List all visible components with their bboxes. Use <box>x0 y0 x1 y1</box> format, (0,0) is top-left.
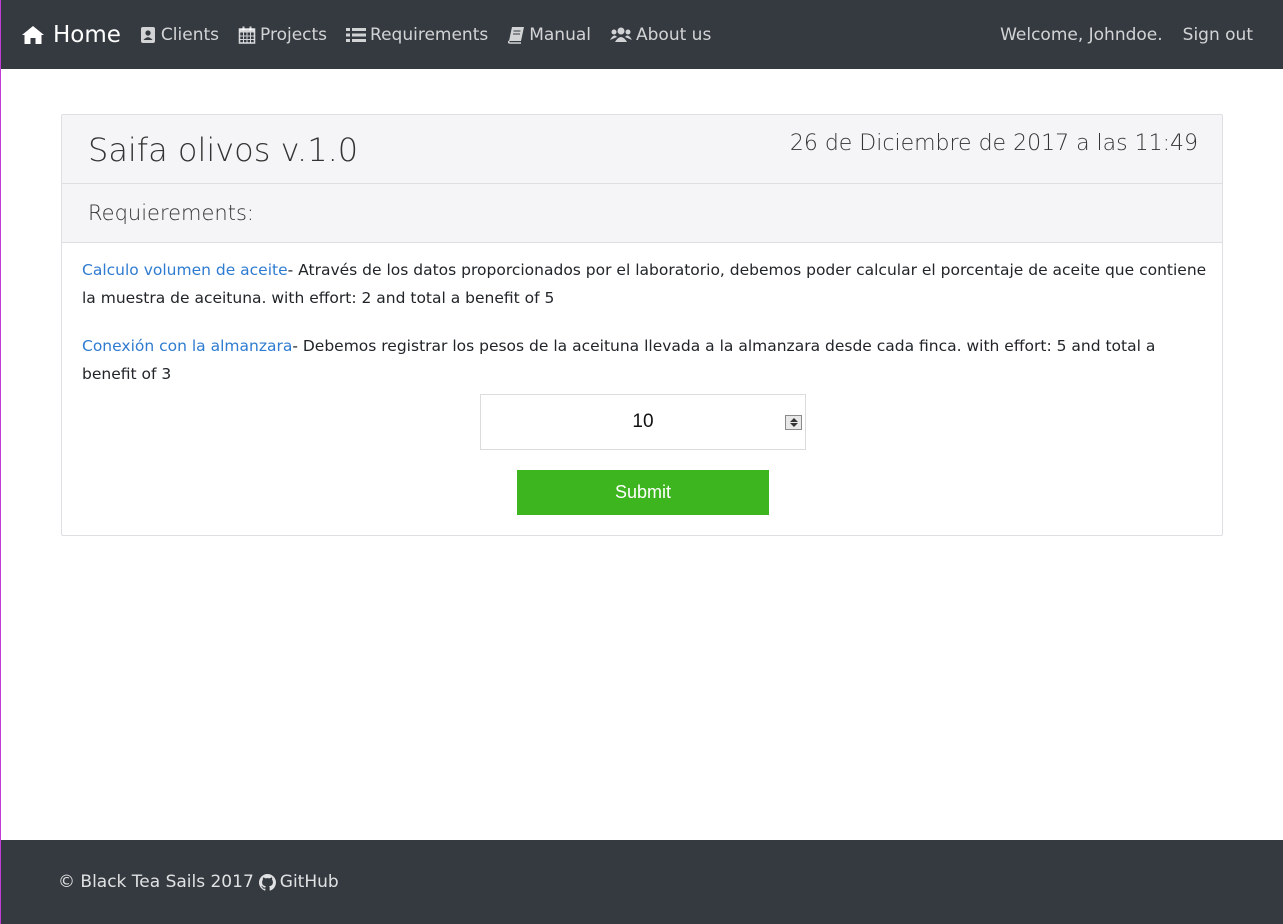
number-input-value: 10 <box>632 411 654 432</box>
nav-item-label: About us <box>636 24 712 45</box>
sign-out-link[interactable]: Sign out <box>1183 25 1253 45</box>
nav-item-projects[interactable]: Projects <box>238 25 327 45</box>
users-icon <box>610 27 632 42</box>
submit-button[interactable]: Submit <box>517 470 769 515</box>
requirement-link[interactable]: Conexión con la almanzara <box>82 337 292 355</box>
requirement-item: Calculo volumen de aceite- Através de lo… <box>82 256 1212 312</box>
requirement-link[interactable]: Calculo volumen de aceite <box>82 261 288 279</box>
github-link[interactable]: GitHub <box>258 872 339 892</box>
nav-user-area: Welcome, Johndoe. Sign out <box>1000 25 1253 45</box>
copyright-text: © Black Tea Sails 2017 <box>58 872 254 892</box>
nav-item-manual[interactable]: Manual <box>507 25 591 45</box>
top-navbar: Home Clients Projects Requirements Manua… <box>1 0 1283 69</box>
nav-item-about-us[interactable]: About us <box>610 25 711 45</box>
footer: © Black Tea Sails 2017 GitHub <box>1 840 1283 924</box>
project-date: 26 de Diciembre de 2017 a las 11:49 <box>789 131 1198 156</box>
nav-links: Clients Projects Requirements Manual Abo… <box>139 25 730 45</box>
nav-item-label: Projects <box>260 24 328 45</box>
nav-item-requirements[interactable]: Requirements <box>346 25 488 45</box>
requirements-heading: Requierements: <box>88 201 254 225</box>
address-card-icon <box>140 26 155 43</box>
nav-item-clients[interactable]: Clients <box>139 25 219 45</box>
book-icon <box>508 26 525 44</box>
welcome-text: Welcome, Johndoe. <box>1000 24 1163 45</box>
requirements-list: Calculo volumen de aceite- Através de lo… <box>62 243 1222 388</box>
project-card: Saifa olivos v.1.0 26 de Diciembre de 20… <box>61 114 1223 536</box>
project-title: Saifa olivos v.1.0 <box>88 131 359 169</box>
requirements-header: Requierements: <box>62 184 1222 243</box>
number-input[interactable]: 10 <box>480 394 806 450</box>
footer-text: © Black Tea Sails 2017 GitHub <box>58 872 339 892</box>
nav-item-label: Requirements <box>370 24 489 45</box>
calendar-icon <box>238 26 256 44</box>
nav-item-label: Clients <box>160 24 219 45</box>
requirement-item: Conexión con la almanzara- Debemos regis… <box>82 332 1212 388</box>
spinner-down-icon[interactable] <box>790 423 798 427</box>
spinner-up-icon[interactable] <box>790 418 798 422</box>
home-icon <box>22 25 44 44</box>
nav-item-label: Manual <box>529 24 591 45</box>
github-icon <box>258 873 276 891</box>
list-icon <box>346 27 367 42</box>
brand-label: Home <box>53 21 121 48</box>
card-header: Saifa olivos v.1.0 26 de Diciembre de 20… <box>62 115 1222 184</box>
number-spinner[interactable] <box>785 415 802 430</box>
github-label: GitHub <box>279 872 339 892</box>
brand-home-link[interactable]: Home <box>21 22 121 48</box>
